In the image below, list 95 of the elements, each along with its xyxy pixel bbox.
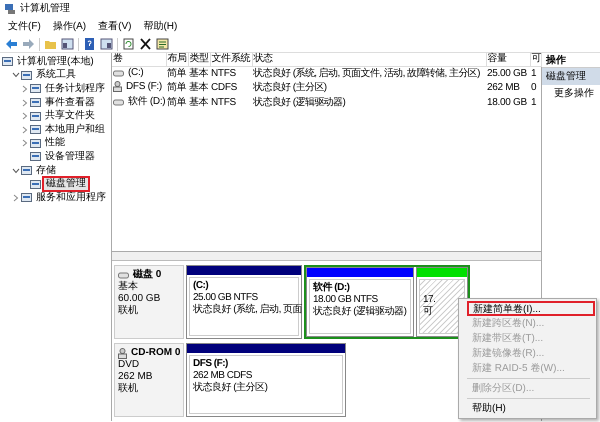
properties-icon[interactable] xyxy=(154,36,171,52)
tree-item[interactable]: 共享文件夹 xyxy=(42,109,98,124)
expand-caret-icon[interactable] xyxy=(20,111,30,122)
table-cell: 状态良好 (系统, 启动, 页面文件, 活动, 故障转储, 主分区) xyxy=(252,66,486,80)
drive-icon xyxy=(113,98,124,106)
disk-detail: 基本 xyxy=(118,281,139,293)
table-cell-text: NTFS xyxy=(210,96,237,110)
partition[interactable]: (C:) 25.00 GB NTFS 状态良好 (系统, 启动, 页面 xyxy=(186,265,302,339)
extended-partition-frame[interactable]: 软件 (D:) 18.00 GB NTFS 状态良好 (逻辑驱动器) 17. 可 xyxy=(304,265,470,339)
partition[interactable]: DFS (F:) 262 MB CDFS 状态良好 (主分区) xyxy=(186,343,346,417)
menu-item[interactable]: 查看(V) xyxy=(92,18,138,36)
disk-name: CD-ROM 0 xyxy=(131,347,180,359)
table-cell: NTFS xyxy=(210,66,252,80)
partition-name: (C:) xyxy=(193,280,208,292)
volume-name: (C:) xyxy=(128,66,144,78)
partition-detail: 262 MB CDFS xyxy=(193,370,252,382)
window-icon xyxy=(30,178,42,190)
tree-item[interactable]: 存储 xyxy=(33,164,59,178)
expand-caret-icon[interactable] xyxy=(11,192,21,203)
window-icon xyxy=(2,56,14,68)
partition-detail: 可 xyxy=(423,306,432,318)
action-item[interactable]: 磁盘管理 xyxy=(542,68,600,85)
column-header[interactable]: 卷 xyxy=(112,53,166,66)
window-icon xyxy=(21,192,33,204)
table-cell-text: CDFS xyxy=(210,81,238,96)
table-cell-text: 简单 xyxy=(166,96,188,110)
partition[interactable]: 软件 (D:) 18.00 GB NTFS 状态良好 (逻辑驱动器) xyxy=(306,267,414,337)
expand-caret-icon[interactable] xyxy=(20,124,30,135)
partition-detail: 18.00 GB NTFS xyxy=(313,294,378,306)
table-cell: 25.00 GB xyxy=(486,66,530,80)
table-cell-text: 1 xyxy=(530,96,538,110)
disk-detail: 联机 xyxy=(118,305,139,317)
column-header[interactable]: 文件系统 xyxy=(210,53,252,66)
window-icon xyxy=(21,70,33,81)
column-header[interactable]: 状态 xyxy=(252,53,486,66)
table-cell-text: 状态良好 (主分区) xyxy=(252,80,328,96)
table-cell-text: 基本 xyxy=(188,96,210,110)
expand-caret-icon[interactable] xyxy=(20,138,30,148)
partition-name: DFS (F:) xyxy=(193,358,228,370)
window-title: 计算机管理 xyxy=(20,3,70,15)
column-header[interactable]: 类型 xyxy=(188,53,210,66)
action-item[interactable]: 更多操作 xyxy=(542,85,600,102)
window-icon xyxy=(30,124,42,136)
table-cell-text: 18.00 GB xyxy=(486,96,528,110)
panel-icon[interactable] xyxy=(59,36,76,52)
tree-item[interactable]: 任务计划程序 xyxy=(42,82,108,96)
window-icon xyxy=(30,83,42,94)
table-cell-text: 基本 xyxy=(188,66,210,80)
expand-caret-icon[interactable] xyxy=(20,98,30,108)
volume-name: 软件 (D:) xyxy=(128,96,166,108)
menu-item[interactable]: 帮助(H) xyxy=(467,401,595,416)
table-cell-text: 0 xyxy=(530,81,538,96)
panel-icon[interactable] xyxy=(98,36,115,52)
tree-item[interactable]: 磁盘管理 xyxy=(42,176,90,192)
disk-detail: 262 MB xyxy=(118,371,154,382)
partition-detail: 25.00 GB NTFS xyxy=(193,292,258,304)
disk-detail: 联机 xyxy=(118,383,139,395)
partition-detail: 状态良好 (逻辑驱动器) xyxy=(313,306,406,318)
menu-item[interactable]: 新建简单卷(I)... xyxy=(467,301,595,316)
partition-detail: 状态良好 (主分区) xyxy=(193,382,268,394)
table-cell-text: 状态良好 (逻辑驱动器) xyxy=(252,96,346,110)
volume-name: DFS (F:) xyxy=(126,80,162,92)
table-cell-text: 简单 xyxy=(166,80,188,96)
tree-item[interactable]: 设备管理器 xyxy=(42,150,98,164)
disk-detail: 60.00 GB xyxy=(118,293,162,304)
tree-item[interactable]: 计算机管理(本地) xyxy=(14,54,97,69)
tree-item[interactable]: 性能 xyxy=(42,136,68,150)
menu-item[interactable]: 操作(A) xyxy=(46,18,92,36)
partition-detail: 状态良好 (系统, 启动, 页面 xyxy=(193,304,302,316)
drive-icon xyxy=(113,68,124,76)
tree-item[interactable]: 本地用户和组 xyxy=(42,122,108,137)
window-icon xyxy=(30,138,42,149)
menu-item[interactable]: 文件(F) xyxy=(2,18,47,36)
disk-name: 磁盘 0 xyxy=(133,269,162,280)
partition-name: 软件 (D:) xyxy=(313,282,350,294)
tree-item[interactable]: 事件查看器 xyxy=(42,96,98,110)
app-icon xyxy=(4,3,16,15)
menu-item[interactable]: 帮助(H) xyxy=(137,18,184,36)
table-cell-text: 262 MB xyxy=(486,81,521,96)
column-header[interactable]: 布局 xyxy=(166,53,188,66)
table-cell: 1 xyxy=(530,66,541,80)
tree-item[interactable]: 服务和应用程序 xyxy=(33,190,109,205)
table-cell-text: 基本 xyxy=(188,80,210,96)
window-icon xyxy=(30,97,42,108)
table-cell-text: 简单 xyxy=(166,66,188,80)
expand-caret-icon[interactable] xyxy=(20,84,30,94)
tree-item[interactable]: 系统工具 xyxy=(33,68,79,82)
disk-detail: DVD xyxy=(118,359,140,371)
column-header[interactable]: 可 xyxy=(530,53,541,66)
partition-detail: 17. xyxy=(423,294,436,306)
window-icon xyxy=(21,165,33,176)
forward-arrow-icon[interactable] xyxy=(20,36,37,52)
column-header[interactable]: 容量 xyxy=(486,53,530,66)
window-icon xyxy=(30,110,42,122)
window-icon xyxy=(30,151,42,162)
